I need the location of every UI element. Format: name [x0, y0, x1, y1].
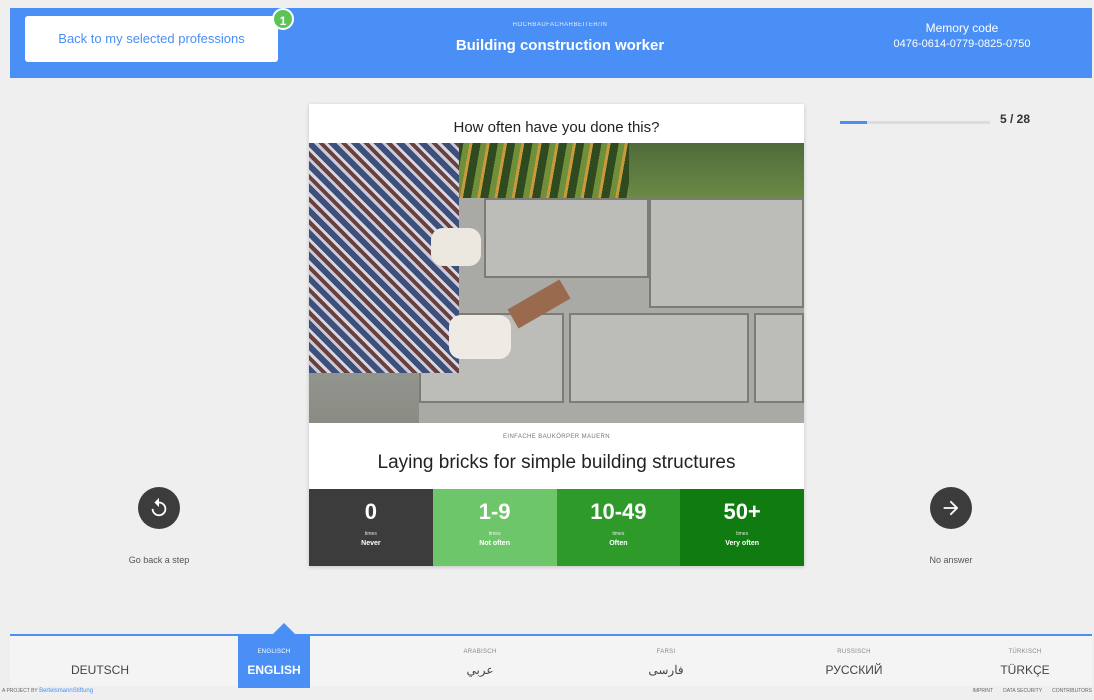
answer-times-label: times	[488, 531, 501, 537]
right-arrow-icon	[943, 500, 959, 516]
footer-links: IMPRINT DATA SECURITY CONTRIBUTORS	[973, 688, 1092, 694]
profession-title: Building construction worker	[455, 37, 665, 54]
footer-imprint-link[interactable]: IMPRINT	[973, 688, 994, 694]
task-subtitle: EINFACHE BAUKÖRPER MAUERN	[502, 434, 611, 440]
photo-block	[484, 198, 649, 278]
task-photo	[309, 143, 804, 423]
answer-not-often-button[interactable]: 1-9 times Not often	[432, 489, 557, 566]
answer-number: 50+	[723, 499, 761, 524]
profession-heading: HOCHBAUFACHARBEITER/IN Building construc…	[390, 22, 730, 54]
question-text: How often have you done this?	[453, 119, 660, 136]
go-back-label: Go back a step	[128, 555, 190, 565]
footer-contributors-link[interactable]: CONTRIBUTORS	[1052, 688, 1092, 694]
answer-number: 1-9	[478, 499, 511, 524]
answer-frequency: Often	[609, 540, 628, 547]
profession-subtitle: HOCHBAUFACHARBEITER/IN	[512, 22, 608, 28]
footer-project-prefix: A PROJECT BY	[2, 688, 38, 694]
back-to-professions-button[interactable]: Back to my selected professions	[25, 16, 278, 62]
footer-data-security-link[interactable]: DATA SECURITY	[1003, 688, 1042, 694]
language-russian[interactable]: RUSSISCH РУССКИЙ	[784, 636, 924, 688]
answer-times-label: times	[364, 531, 377, 537]
language-native-label: TÜRKISCH	[1008, 649, 1042, 655]
language-name: فارسی	[648, 663, 684, 677]
language-deutsch[interactable]: DEUTSCH	[10, 636, 190, 688]
answer-times-label: times	[612, 531, 625, 537]
language-name: TÜRKÇE	[1000, 663, 1050, 677]
language-native-label: ENGLISCH	[257, 649, 291, 655]
language-native-label: RUSSISCH	[837, 649, 871, 655]
language-arabic[interactable]: ARABISCH عربي	[410, 636, 550, 688]
answer-options: 0 times Never 1-9 times Not often 10-49 …	[309, 489, 804, 566]
answer-frequency: Not often	[479, 540, 510, 547]
no-answer-button[interactable]	[930, 487, 972, 529]
answer-never-button[interactable]: 0 times Never	[309, 489, 433, 566]
memory-code-block: Memory code 0476-0614-0779-0825-0750	[862, 21, 1062, 50]
photo-block	[649, 198, 804, 308]
footer-project: A PROJECT BY BertelsmannStiftung	[2, 688, 93, 694]
footer-brand-link[interactable]: BertelsmannStiftung	[39, 688, 93, 694]
answer-number: 10-49	[590, 499, 647, 524]
question-card: How often have you done this? EINFACHE B…	[309, 104, 804, 566]
language-farsi[interactable]: FARSI فارسی	[596, 636, 736, 688]
photo-block	[754, 313, 804, 403]
go-back-button[interactable]	[138, 487, 180, 529]
language-name: DEUTSCH	[70, 663, 129, 677]
photo-block	[569, 313, 749, 403]
answer-often-button[interactable]: 10-49 times Often	[556, 489, 681, 566]
answer-number: 0	[364, 499, 377, 524]
task-title: Laying bricks for simple building struct…	[377, 452, 736, 473]
memory-code-label: Memory code	[925, 21, 999, 35]
memory-code-value: 0476-0614-0779-0825-0750	[893, 38, 1031, 50]
progress-bar	[840, 121, 990, 124]
undo-arrow-icon	[151, 497, 167, 517]
language-bar: DEUTSCH ENGLISCH ENGLISH ARABISCH عربي F…	[10, 634, 1092, 688]
language-native-label: FARSI	[656, 649, 676, 655]
language-native-label	[10, 649, 190, 657]
language-english[interactable]: ENGLISCH ENGLISH	[238, 636, 310, 688]
language-name: РУССКИЙ	[825, 663, 883, 677]
language-native-label: ARABISCH	[463, 649, 497, 655]
answer-frequency: Never	[361, 540, 381, 547]
photo-glove	[431, 228, 481, 266]
language-name: عربي	[466, 663, 494, 677]
active-language-caret	[273, 623, 295, 634]
answer-very-often-button[interactable]: 50+ times Very often	[680, 489, 804, 566]
answer-frequency: Very often	[725, 540, 760, 547]
photo-glove	[449, 315, 511, 359]
language-name: ENGLISH	[247, 663, 301, 677]
answer-times-label: times	[736, 531, 749, 537]
progress-text: 5 / 28	[1000, 112, 1031, 126]
header-bar: Back to my selected professions 1 HOCHBA…	[10, 8, 1092, 78]
selected-count-badge: 1	[272, 8, 294, 30]
language-turkish[interactable]: TÜRKISCH TÜRKÇE	[958, 636, 1092, 688]
progress-fill	[840, 121, 867, 124]
no-answer-label: No answer	[929, 555, 973, 565]
